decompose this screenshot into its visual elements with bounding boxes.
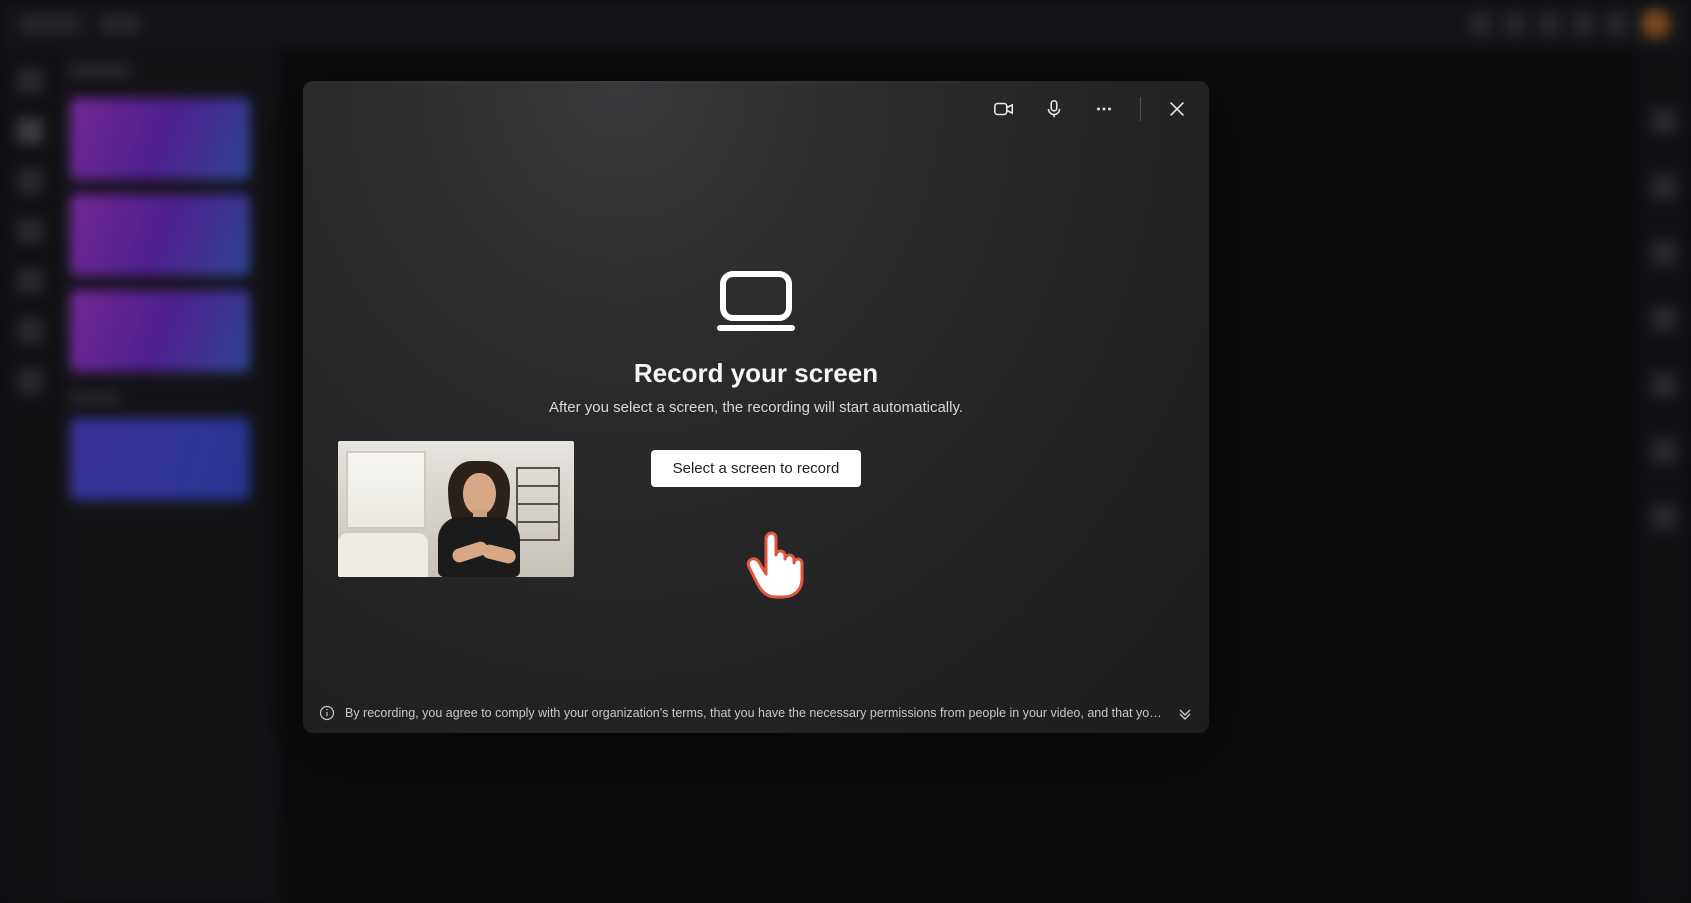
- modal-subtitle: After you select a screen, the recording…: [549, 399, 963, 416]
- camera-self-preview: [338, 441, 574, 577]
- recording-disclaimer: By recording, you agree to comply with y…: [345, 706, 1167, 720]
- record-screen-modal: Record your screen After you select a sc…: [303, 81, 1209, 733]
- toolbar-divider: [1140, 97, 1141, 121]
- close-modal-button[interactable]: [1163, 95, 1191, 123]
- background-right-rail: [1637, 48, 1691, 903]
- laptop-screen-icon: [714, 270, 798, 332]
- microphone-toggle-button[interactable]: [1040, 95, 1068, 123]
- background-side-panel: [60, 48, 280, 903]
- video-camera-icon: [993, 98, 1015, 120]
- pointer-hand-cursor: [743, 529, 805, 601]
- camera-toggle-button[interactable]: [990, 95, 1018, 123]
- background-topbar: [0, 0, 1691, 48]
- modal-title: Record your screen: [634, 358, 878, 389]
- select-screen-button[interactable]: Select a screen to record: [651, 450, 862, 487]
- expand-disclaimer-button[interactable]: [1177, 705, 1193, 721]
- modal-body: Record your screen After you select a sc…: [303, 123, 1209, 693]
- modal-toolbar: [303, 81, 1209, 123]
- more-options-button[interactable]: [1090, 95, 1118, 123]
- more-options-icon: [1093, 98, 1115, 120]
- close-icon: [1166, 98, 1188, 120]
- info-icon: [319, 705, 335, 721]
- modal-footer: By recording, you agree to comply with y…: [303, 693, 1209, 733]
- background-left-rail: [0, 48, 60, 903]
- microphone-icon: [1043, 98, 1065, 120]
